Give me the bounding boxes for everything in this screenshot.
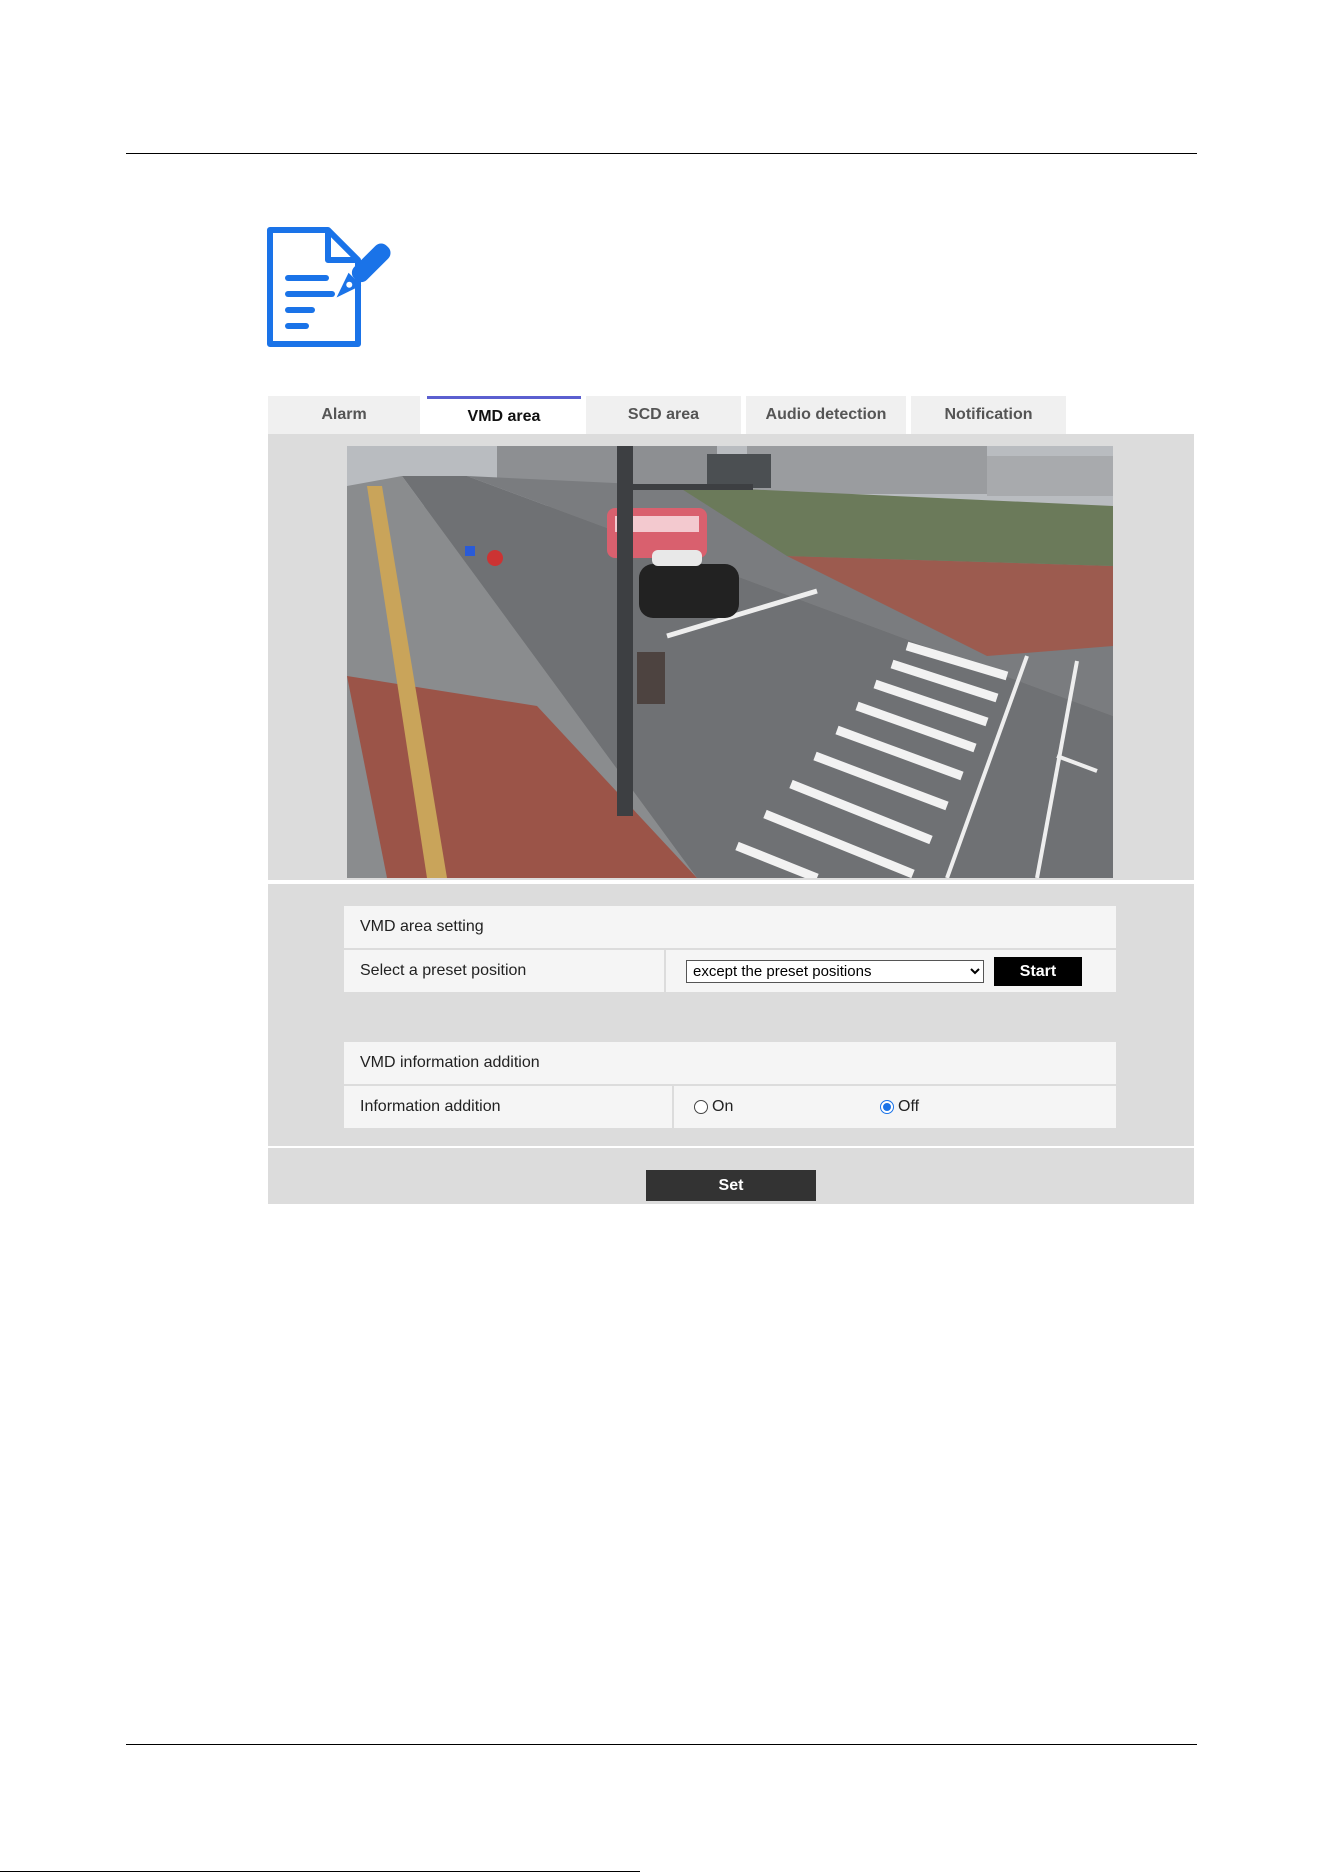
info-addition-off-label: Off	[898, 1098, 920, 1115]
tab-audio-detection[interactable]: Audio detection	[746, 396, 906, 434]
tab-scd-area[interactable]: SCD area	[586, 396, 741, 434]
info-addition-on-label: On	[712, 1098, 734, 1115]
preset-position-select[interactable]: except the preset positions	[686, 960, 984, 983]
preset-position-cell: except the preset positions Start	[666, 950, 1116, 992]
tab-alarm[interactable]: Alarm	[268, 396, 420, 434]
top-rule	[126, 153, 1197, 154]
tab-notification[interactable]: Notification	[911, 396, 1066, 434]
vmd-info-addition-title: VMD information addition	[344, 1042, 1116, 1084]
vmd-area-setting-title: VMD area setting	[344, 906, 1116, 948]
bottom-rule	[126, 1744, 1197, 1745]
settings-panel: VMD area setting Select a preset positio…	[268, 884, 1194, 1146]
radio-checked-icon[interactable]	[880, 1100, 894, 1114]
tab-bar: Alarm VMD area SCD area Audio detection …	[268, 396, 1192, 434]
info-addition-cell: On Off	[674, 1086, 1116, 1128]
info-addition-label: Information addition	[344, 1086, 672, 1128]
set-panel: Set	[268, 1148, 1194, 1204]
radio-unchecked-icon[interactable]	[694, 1100, 708, 1114]
info-addition-off-radio[interactable]: Off	[880, 1098, 919, 1116]
camera-live-image[interactable]	[347, 446, 1113, 878]
preview-panel	[268, 434, 1194, 880]
tab-vmd-area[interactable]: VMD area	[427, 396, 581, 434]
start-button[interactable]: Start	[994, 957, 1082, 986]
preset-position-label: Select a preset position	[344, 950, 664, 992]
note-pen-icon	[267, 227, 391, 347]
info-addition-on-radio[interactable]: On	[694, 1098, 733, 1116]
set-button[interactable]: Set	[646, 1170, 816, 1201]
